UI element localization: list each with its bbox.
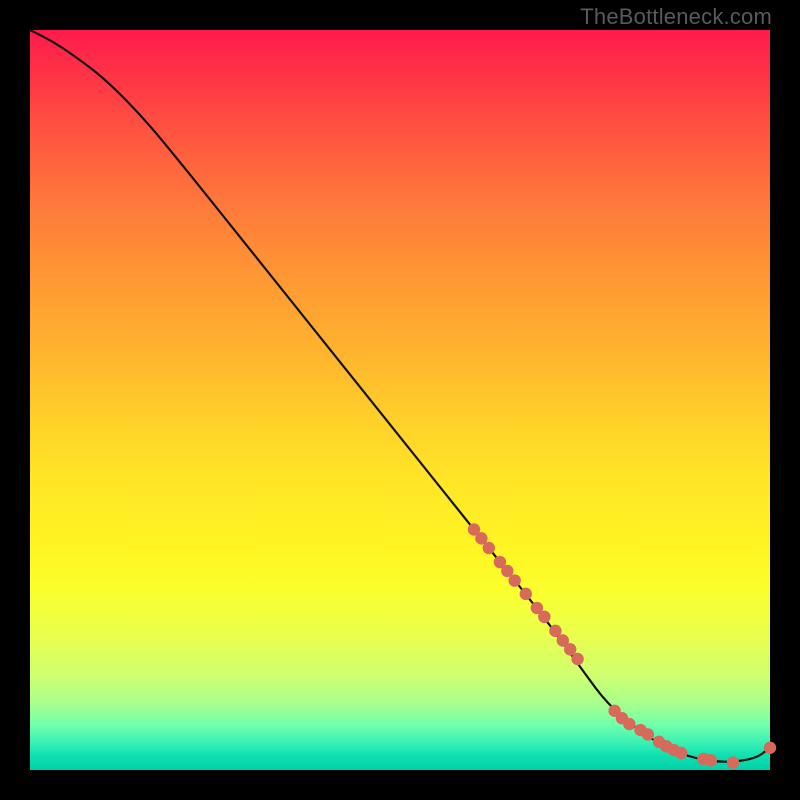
highlight-point bbox=[675, 747, 687, 759]
highlight-point bbox=[623, 718, 635, 730]
bottleneck-curve bbox=[30, 30, 770, 762]
highlight-point bbox=[509, 574, 521, 586]
highlight-point bbox=[520, 588, 532, 600]
highlight-point bbox=[727, 756, 739, 768]
highlight-point bbox=[538, 611, 550, 623]
highlight-point bbox=[642, 728, 654, 740]
highlight-point bbox=[764, 742, 776, 754]
highlight-point bbox=[483, 542, 495, 554]
watermark-text: TheBottleneck.com bbox=[580, 4, 772, 30]
highlight-points-group bbox=[468, 523, 776, 769]
chart-overlay-svg bbox=[30, 30, 770, 770]
chart-container bbox=[30, 30, 770, 770]
highlight-point bbox=[571, 653, 583, 665]
highlight-point bbox=[705, 754, 717, 766]
